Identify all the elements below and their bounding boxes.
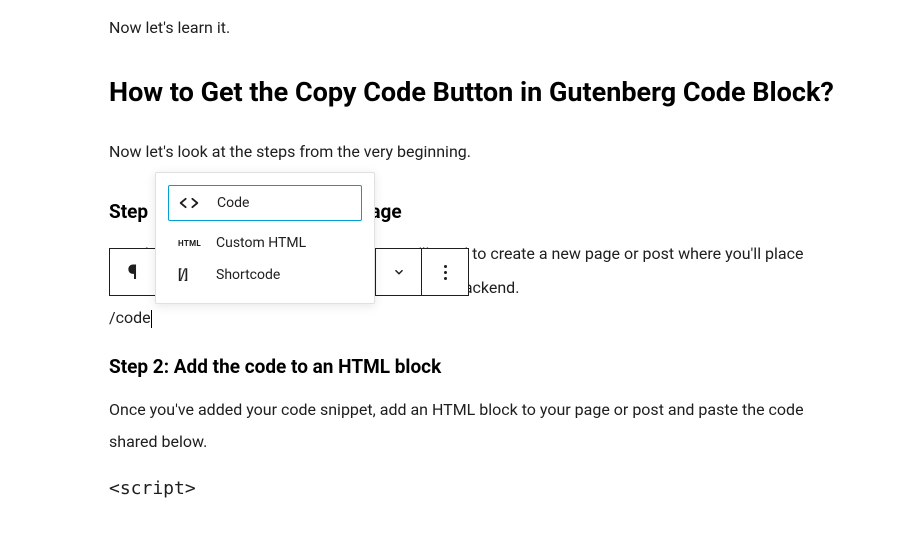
code-icon [179, 196, 203, 210]
chevron-down-icon [392, 265, 406, 279]
more-transforms-button[interactable] [376, 249, 422, 295]
code-snippet-line: <script> [109, 478, 853, 499]
shortcode-icon: [/] [178, 268, 202, 283]
step2-heading: Step 2: Add the code to an HTML block [109, 355, 853, 378]
main-heading: How to Get the Copy Code Button in Guten… [109, 75, 853, 110]
html-icon: HTML [178, 239, 202, 248]
typed-slash-command[interactable]: /code [109, 308, 151, 327]
paragraph-icon: ¶ [128, 260, 138, 284]
lead-text: Now let's look at the steps from the ver… [109, 140, 853, 164]
block-type-button[interactable]: ¶ [110, 249, 156, 295]
block-option-code-label: Code [217, 195, 249, 211]
block-option-shortcode[interactable]: [/] Shortcode [168, 259, 362, 291]
step2-body: Once you've added your code snippet, add… [109, 394, 853, 458]
block-option-custom-html-label: Custom HTML [216, 235, 306, 251]
block-inserter-popover: Code HTML Custom HTML [/] Shortcode [155, 172, 375, 304]
dots-vertical-icon [444, 265, 447, 280]
block-option-custom-html[interactable]: HTML Custom HTML [168, 227, 362, 259]
block-option-shortcode-label: Shortcode [216, 267, 280, 283]
step1-heading-prefix: Step [109, 200, 148, 223]
block-option-code[interactable]: Code [168, 185, 362, 221]
intro-text: Now let's learn it. [109, 18, 853, 37]
more-options-button[interactable] [422, 249, 468, 295]
